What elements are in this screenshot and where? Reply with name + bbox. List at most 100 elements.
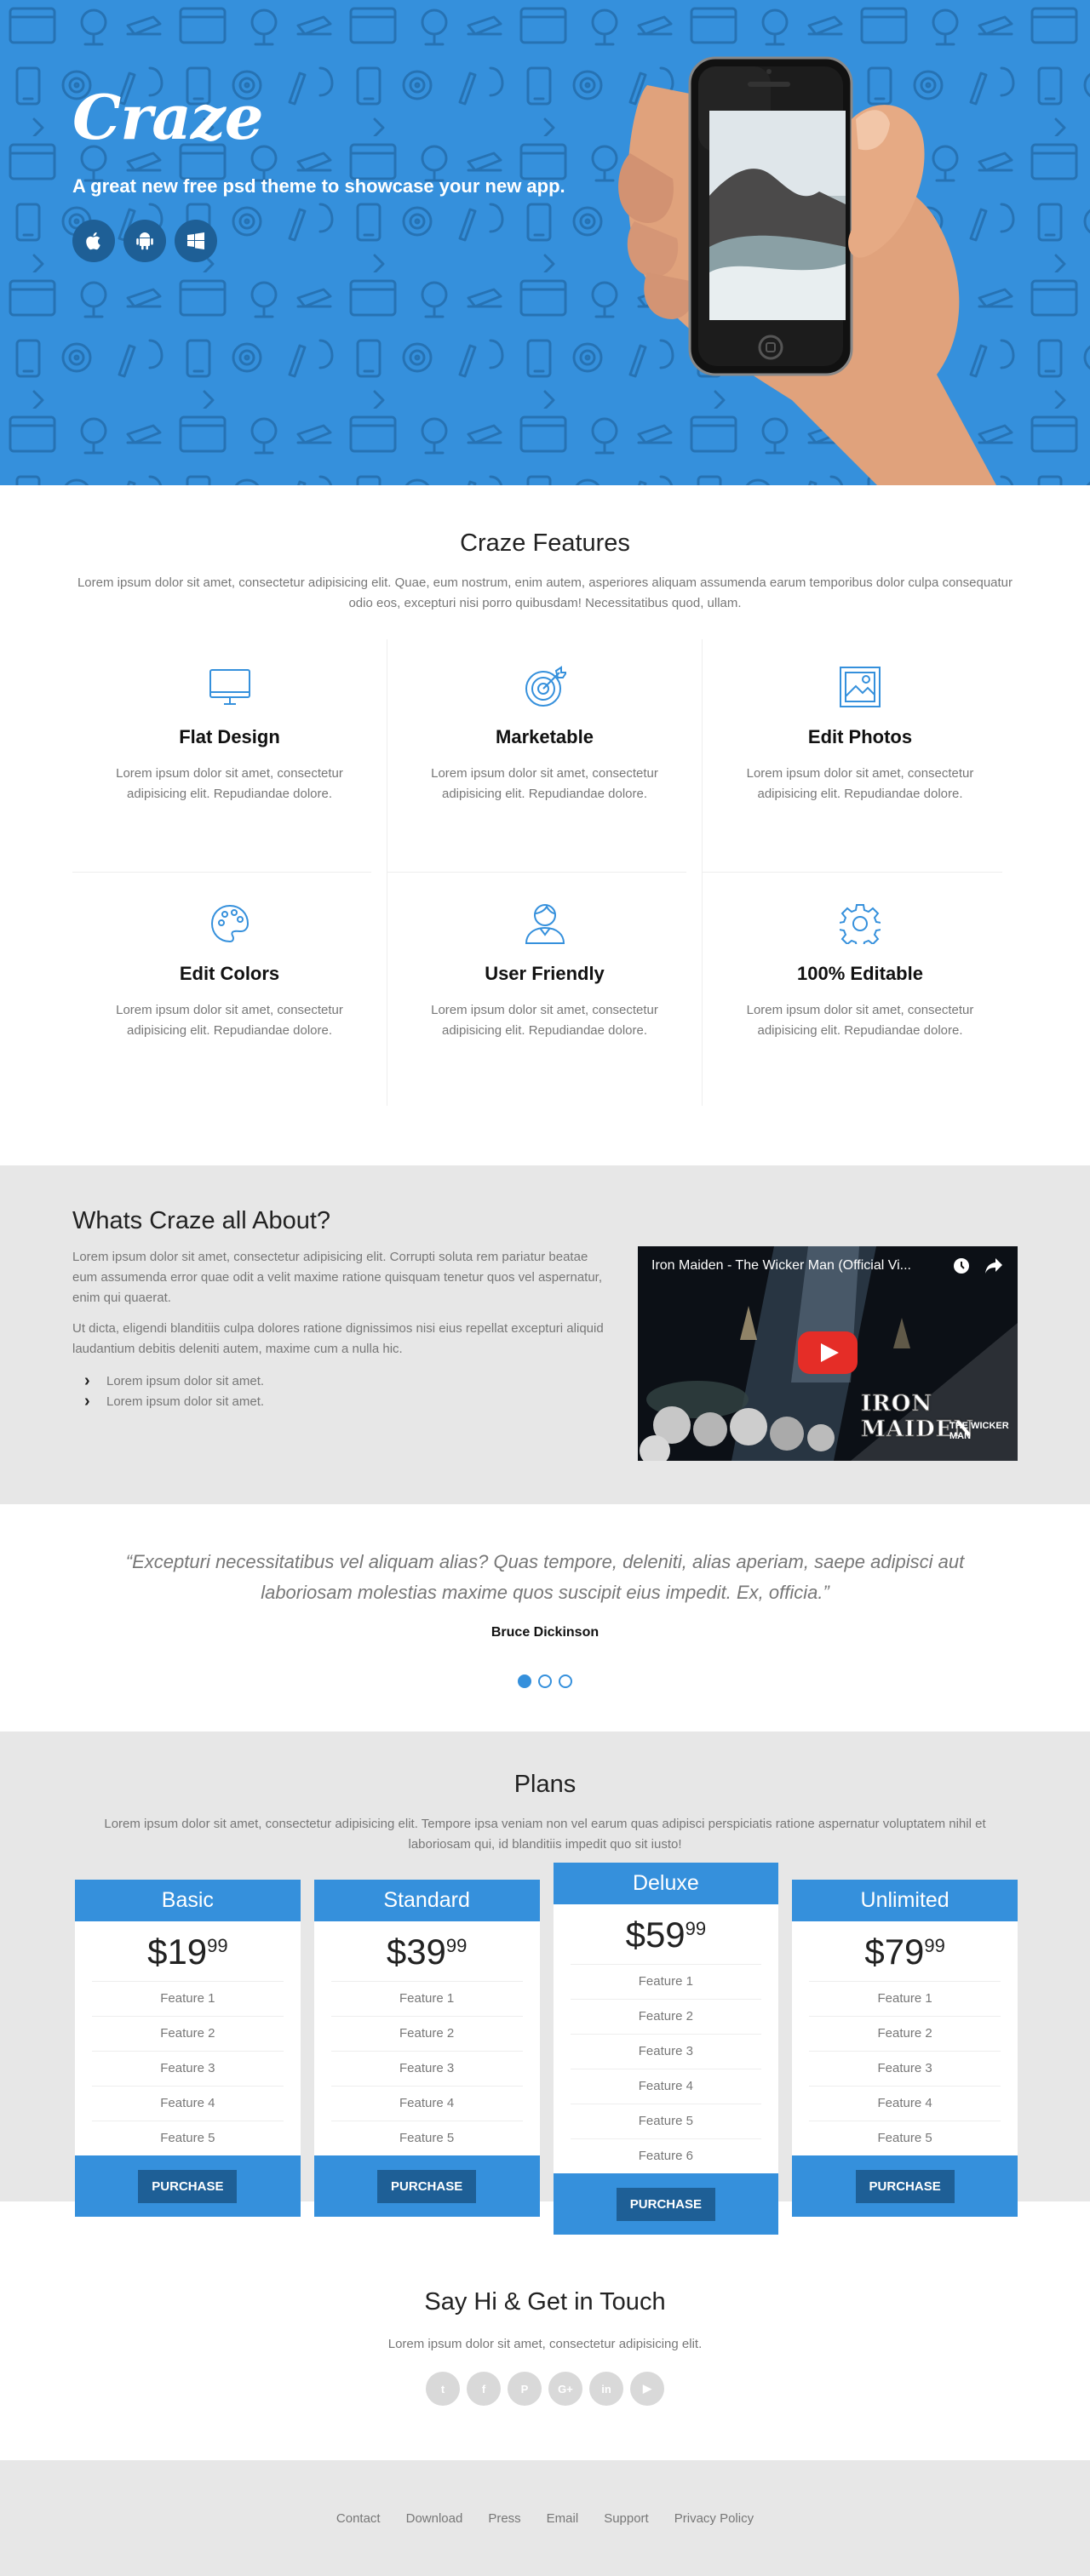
feature-title: User Friendly — [485, 963, 605, 984]
feature-title: Edit Photos — [807, 726, 913, 747]
plan-feature: Feature 5 — [330, 2121, 523, 2155]
song-title: THE WICKER MAN — [949, 1421, 1009, 1441]
feature-text: Lorem ipsum dolor sit amet, consectetur … — [431, 1003, 658, 1038]
plan-feature: Feature 4 — [330, 2086, 523, 2121]
android-icon — [136, 232, 153, 250]
platform-buttons — [72, 220, 217, 262]
gear-icon — [840, 904, 881, 944]
about-paragraph: Lorem ipsum dolor sit amet, consectetur … — [72, 1250, 603, 1305]
about-section: Whats Craze all About? Lorem ipsum dolor… — [0, 1165, 1090, 1504]
hand-holding-phone-image — [618, 56, 996, 485]
social-links: t f P G+ in ▶ — [0, 2372, 1090, 2406]
purchase-button[interactable]: PURCHASE — [616, 2187, 715, 2221]
carousel-dot[interactable] — [518, 1674, 531, 1688]
monitor-icon — [209, 669, 250, 705]
plan-feature: Feature 3 — [330, 2051, 523, 2086]
about-list: Lorem ipsum dolor sit amet. Lorem ipsum … — [72, 1371, 609, 1412]
plan-feature: Feature 3 — [570, 2034, 762, 2069]
plans-subtitle: Lorem ipsum dolor sit amet, consectetur … — [104, 1817, 986, 1852]
twitter-icon[interactable]: t — [426, 2372, 460, 2406]
carousel-dot[interactable] — [559, 1674, 572, 1688]
list-item: Lorem ipsum dolor sit amet. — [72, 1371, 609, 1392]
brand-logo: Craze — [72, 81, 264, 153]
plan-price: $3999 — [386, 1932, 468, 1972]
footer-link-contact[interactable]: Contact — [336, 2511, 381, 2526]
pinterest-icon[interactable]: P — [508, 2372, 542, 2406]
plan-price: $7999 — [864, 1932, 945, 1972]
plan-feature: Feature 4 — [92, 2086, 284, 2121]
feature-title: Marketable — [496, 726, 594, 747]
list-item: Lorem ipsum dolor sit amet. — [72, 1391, 609, 1412]
share-button[interactable] — [984, 1256, 1004, 1276]
plan-feature: Feature 2 — [92, 2016, 284, 2051]
footer-link-privacy-policy[interactable]: Privacy Policy — [674, 2511, 754, 2526]
testimonial-author: Bruce Dickinson — [490, 1625, 600, 1640]
feature-title: 100% Editable — [797, 963, 923, 984]
apple-icon — [86, 232, 100, 250]
purchase-button[interactable]: PURCHASE — [855, 2169, 955, 2203]
plan-name: Standard — [313, 1880, 540, 1921]
footer: Contact Download Press Email Support Pri… — [0, 2460, 1090, 2576]
apple-store-button[interactable] — [72, 220, 115, 262]
testimonial-quote: “Excepturi necessitatibus vel aliquam al… — [125, 1551, 965, 1603]
features-title: Craze Features — [460, 530, 630, 557]
purchase-button[interactable]: PURCHASE — [377, 2169, 477, 2203]
feature-card: Marketable Lorem ipsum dolor sit amet, c… — [387, 639, 703, 873]
feature-title: Flat Design — [179, 726, 280, 747]
facebook-icon[interactable]: f — [467, 2372, 501, 2406]
feature-text: Lorem ipsum dolor sit amet, consectetur … — [431, 766, 658, 801]
clock-icon — [954, 1258, 969, 1274]
footer-link-email[interactable]: Email — [547, 2511, 579, 2526]
carousel-dot[interactable] — [538, 1674, 552, 1688]
plan-card-standard: Standard $3999 Feature 1 Feature 2 Featu… — [313, 1880, 540, 2217]
hero-section: Craze A great new free psd theme to show… — [0, 0, 1090, 485]
video-title: Iron Maiden - The Wicker Man (Official V… — [651, 1258, 911, 1273]
linkedin-icon[interactable]: in — [589, 2372, 623, 2406]
footer-link-support[interactable]: Support — [604, 2511, 649, 2526]
plan-feature: Feature 4 — [570, 2069, 762, 2104]
google-plus-icon[interactable]: G+ — [548, 2372, 582, 2406]
plan-card-deluxe: Deluxe $5999 Feature 1 Feature 2 Feature… — [553, 1863, 779, 2235]
target-icon — [525, 666, 566, 707]
hero-tagline: A great new free psd theme to showcase y… — [72, 175, 565, 197]
feature-text: Lorem ipsum dolor sit amet, consectetur … — [116, 766, 343, 801]
watch-later-button[interactable] — [951, 1256, 972, 1276]
play-icon[interactable] — [798, 1331, 858, 1374]
purchase-button[interactable]: PURCHASE — [138, 2169, 238, 2203]
windows-icon — [187, 232, 204, 249]
contact-title: Say Hi & Get in Touch — [424, 2288, 666, 2316]
share-icon — [985, 1258, 1002, 1274]
footer-link-download[interactable]: Download — [406, 2511, 463, 2526]
about-paragraph: Ut dicta, eligendi blanditiis culpa dolo… — [72, 1321, 604, 1356]
plan-feature: Feature 5 — [809, 2121, 1001, 2155]
youtube-icon[interactable]: ▶ — [630, 2372, 664, 2406]
carousel-indicators — [0, 1674, 1090, 1688]
feature-text: Lorem ipsum dolor sit amet, consectetur … — [116, 1003, 343, 1038]
plan-feature: Feature 1 — [570, 1964, 762, 1999]
footer-link-press[interactable]: Press — [488, 2511, 520, 2526]
android-store-button[interactable] — [123, 220, 166, 262]
palette-icon — [210, 904, 249, 943]
plan-feature: Feature 2 — [330, 2016, 523, 2051]
feature-card: Flat Design Lorem ipsum dolor sit amet, … — [72, 639, 387, 873]
contact-subtitle: Lorem ipsum dolor sit amet, consectetur … — [387, 2337, 703, 2351]
contact-section: Say Hi & Get in Touch Lorem ipsum dolor … — [0, 2204, 1090, 2460]
plan-name: Deluxe — [553, 1863, 779, 1904]
plan-feature: Feature 2 — [809, 2016, 1001, 2051]
plan-feature: Feature 1 — [809, 1981, 1001, 2016]
plan-price: $5999 — [625, 1915, 707, 1955]
windows-store-button[interactable] — [175, 220, 217, 262]
plan-card-basic: Basic $1999 Feature 1 Feature 2 Feature … — [75, 1880, 301, 2217]
feature-card: User Friendly Lorem ipsum dolor sit amet… — [387, 873, 703, 1106]
plan-feature: Feature 2 — [570, 1999, 762, 2034]
user-icon — [525, 904, 565, 944]
plan-feature: Feature 6 — [570, 2138, 762, 2173]
plans-section: Plans Lorem ipsum dolor sit amet, consec… — [0, 1732, 1090, 2235]
features-section: Craze Features Lorem ipsum dolor sit ame… — [0, 485, 1090, 1165]
plan-feature: Feature 4 — [809, 2086, 1001, 2121]
feature-text: Lorem ipsum dolor sit amet, consectetur … — [746, 766, 974, 801]
feature-card: Edit Photos Lorem ipsum dolor sit amet, … — [703, 639, 1018, 873]
video-player[interactable]: Iron Maiden - The Wicker Man (Official V… — [638, 1246, 1018, 1461]
plan-feature: Feature 3 — [92, 2051, 284, 2086]
testimonial-section: “Excepturi necessitatibus vel aliquam al… — [0, 1504, 1090, 1732]
